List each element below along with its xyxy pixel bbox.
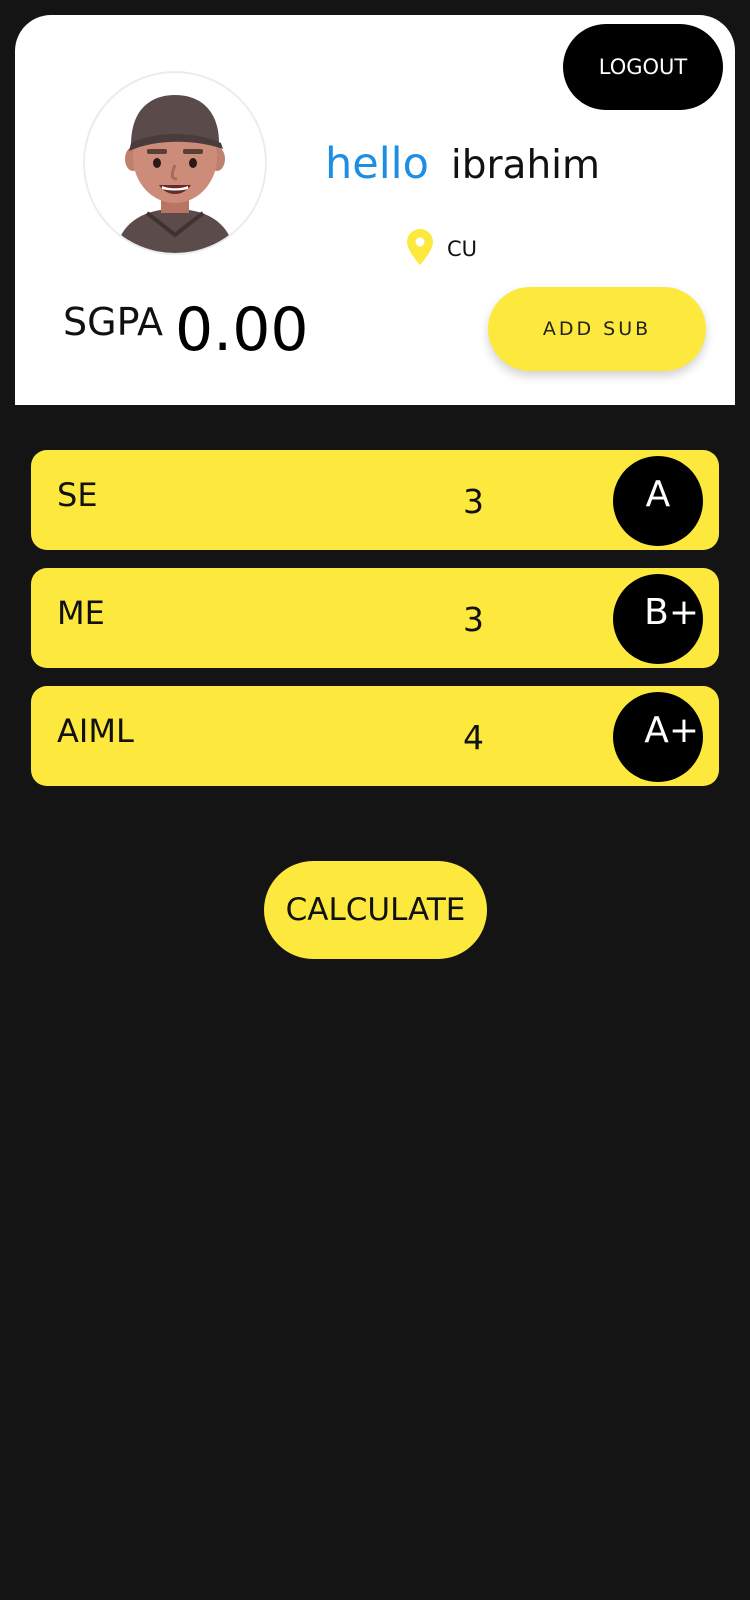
subject-row[interactable]: ME 3 B+ xyxy=(31,568,719,668)
location: CU xyxy=(407,229,477,269)
calculate-button[interactable]: CALCULATE xyxy=(264,861,487,959)
location-pin-icon xyxy=(407,229,433,269)
subject-credits: 3 xyxy=(463,482,484,521)
subject-row[interactable]: AIML 4 A+ xyxy=(31,686,719,786)
location-text: CU xyxy=(447,237,478,261)
grade-text: A xyxy=(645,474,671,515)
subject-name: AIML xyxy=(57,712,134,750)
grade-badge: A xyxy=(613,456,703,546)
grade-badge: B+ xyxy=(613,574,703,664)
grade-text: B+ xyxy=(644,592,699,633)
subject-row[interactable]: SE 3 A xyxy=(31,450,719,550)
grade-text: A+ xyxy=(644,710,699,751)
greeting-word: hello xyxy=(325,139,429,189)
grade-badge: A+ xyxy=(613,692,703,782)
add-subject-button[interactable]: ADD SUB xyxy=(488,287,706,371)
subject-credits: 4 xyxy=(463,718,484,757)
sgpa-label: SGPA xyxy=(63,300,164,344)
user-name: ibrahim xyxy=(450,143,600,188)
avatar-image xyxy=(115,95,235,253)
sgpa-value: 0.00 xyxy=(175,295,309,365)
avatar xyxy=(83,71,267,255)
subject-credits: 3 xyxy=(463,600,484,639)
subject-name: SE xyxy=(57,476,98,514)
subject-name: ME xyxy=(57,594,105,632)
logout-button[interactable]: LOGOUT xyxy=(563,24,723,110)
profile-card: LOGOUT hello ibrahim CU SGPA 0.00 ADD SU… xyxy=(15,15,735,405)
greeting: hello ibrahim xyxy=(325,139,600,189)
